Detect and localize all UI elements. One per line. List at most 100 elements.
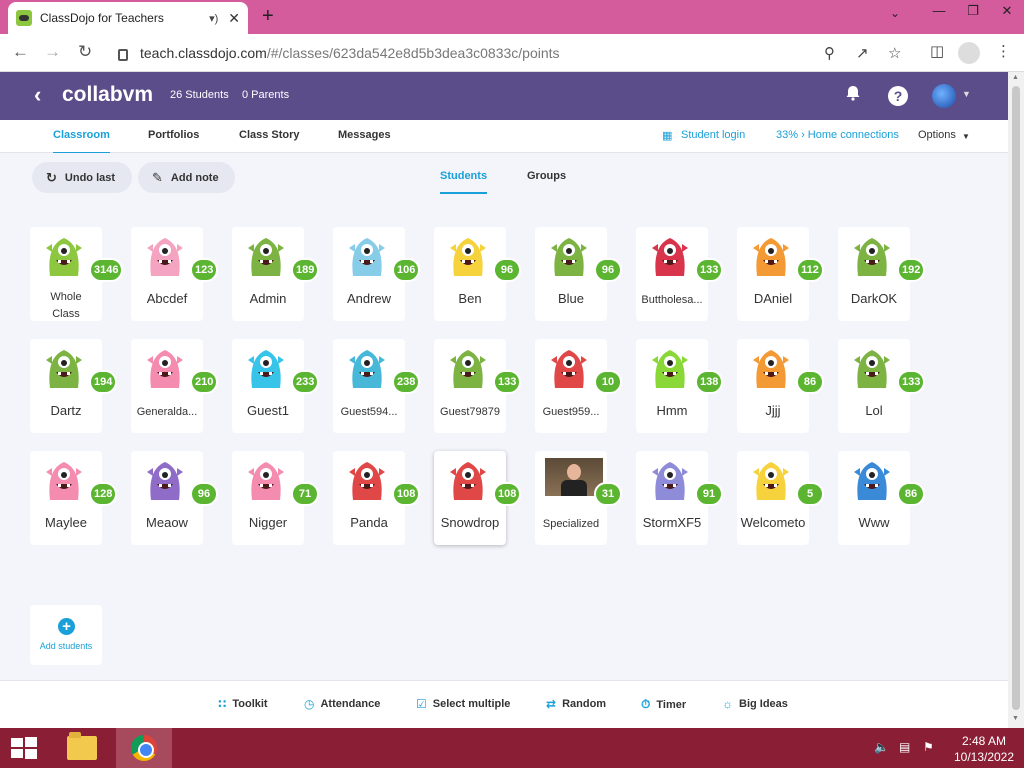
chrome-taskbar-button[interactable] bbox=[116, 728, 172, 768]
reload-icon[interactable]: ↻ bbox=[78, 42, 92, 62]
grid-icon: ∷ bbox=[218, 697, 227, 711]
tab-classroom[interactable]: Classroom bbox=[53, 129, 110, 154]
student-card[interactable]: 96 Ben bbox=[434, 227, 521, 321]
timer-button[interactable]: ⏱ Timer bbox=[641, 697, 686, 712]
address-bar[interactable]: teach.classdojo.com/#/classes/623da542e8… bbox=[108, 38, 918, 68]
share-icon[interactable]: ↗ bbox=[856, 44, 869, 62]
action-center-icon[interactable]: ⚑ bbox=[923, 740, 934, 754]
monster-avatar-icon bbox=[753, 238, 789, 276]
student-name: Specialized bbox=[542, 518, 600, 530]
tab-class-story[interactable]: Class Story bbox=[239, 129, 300, 141]
random-button[interactable]: ⇄ Random bbox=[546, 697, 606, 711]
back-chevron-icon[interactable]: ‹ bbox=[34, 82, 41, 108]
scroll-up-arrow-icon[interactable]: ▲ bbox=[1012, 74, 1019, 81]
monster-avatar-icon bbox=[147, 462, 183, 500]
monster-avatar-icon bbox=[652, 350, 688, 388]
student-card[interactable]: 96 Blue bbox=[535, 227, 622, 321]
home-connections-link[interactable]: 33% › Home connections bbox=[776, 129, 899, 141]
points-badge: 128 bbox=[89, 482, 118, 506]
student-card[interactable]: 31 Specialized bbox=[535, 451, 622, 545]
network-icon[interactable]: ▤ bbox=[899, 740, 910, 754]
points-badge: 123 bbox=[190, 258, 219, 282]
tab-students[interactable]: Students bbox=[440, 170, 488, 194]
student-name: Blue bbox=[557, 291, 585, 306]
speaker-icon[interactable]: ▾) bbox=[209, 12, 218, 25]
add-students-label: Add students bbox=[39, 641, 93, 651]
browser-toolbar: ← → ↻ teach.classdojo.com/#/classes/623d… bbox=[0, 34, 1024, 72]
user-menu-chevron-icon[interactable]: ▼ bbox=[962, 89, 971, 99]
tab-portfolios[interactable]: Portfolios bbox=[148, 129, 199, 141]
monster-avatar-icon bbox=[551, 350, 587, 388]
student-card[interactable]: 133 Guest79879 bbox=[434, 339, 522, 433]
side-panel-icon[interactable]: ◫ bbox=[930, 42, 944, 60]
student-card[interactable]: 96 Meaow bbox=[131, 451, 218, 545]
student-card[interactable]: 189 Admin bbox=[232, 227, 320, 321]
student-name: Guest79879 bbox=[440, 406, 500, 418]
student-card[interactable]: 86 Jjjj bbox=[737, 339, 824, 433]
url-host: teach.classdojo.com bbox=[140, 45, 267, 61]
student-card[interactable]: 233 Guest1 bbox=[232, 339, 320, 433]
bookmark-star-icon[interactable]: ☆ bbox=[888, 44, 901, 62]
student-card[interactable]: 108 Snowdrop bbox=[434, 451, 522, 545]
monster-avatar-icon bbox=[753, 350, 789, 388]
student-card[interactable]: 133 Buttholesa... bbox=[636, 227, 724, 321]
new-tab-icon[interactable]: + bbox=[262, 6, 274, 26]
close-tab-icon[interactable]: ✕ bbox=[228, 10, 240, 27]
attendance-button[interactable]: ◷ Attendance bbox=[304, 697, 380, 711]
taskbar-clock[interactable]: 2:48 AM 10/13/2022 bbox=[950, 733, 1018, 765]
add-note-button[interactable]: ✎ Add note bbox=[138, 162, 235, 193]
windows-start-icon[interactable] bbox=[10, 736, 38, 760]
add-note-label: Add note bbox=[170, 171, 219, 184]
add-students-button[interactable]: + Add students bbox=[30, 605, 102, 665]
options-chevron-icon[interactable]: ▼ bbox=[962, 132, 970, 141]
close-window-icon[interactable]: ✕ bbox=[990, 0, 1024, 24]
student-card[interactable]: 238 Guest594... bbox=[333, 339, 421, 433]
student-card[interactable]: 210 Generalda... bbox=[131, 339, 219, 433]
page-scrollbar[interactable]: ▲ ▼ bbox=[1008, 72, 1024, 728]
student-name: Lol bbox=[865, 403, 883, 418]
student-card[interactable]: 194 Dartz bbox=[30, 339, 118, 433]
select-multiple-button[interactable]: ☑ Select multiple bbox=[416, 697, 510, 711]
student-card[interactable]: 128 Maylee bbox=[30, 451, 118, 545]
student-card[interactable]: 71 Nigger bbox=[232, 451, 319, 545]
undo-last-button[interactable]: ↻ Undo last bbox=[32, 162, 132, 193]
profile-avatar-icon[interactable] bbox=[958, 42, 980, 64]
student-card[interactable]: 133 Lol bbox=[838, 339, 926, 433]
toolkit-button[interactable]: ∷ Toolkit bbox=[218, 697, 268, 711]
browser-tab[interactable]: ClassDojo for Teachers ▾) ✕ bbox=[8, 2, 248, 34]
student-card[interactable]: 86 Www bbox=[838, 451, 925, 545]
bell-icon[interactable] bbox=[845, 85, 861, 101]
minimize-icon[interactable]: — bbox=[922, 0, 956, 24]
student-card[interactable]: 192 DarkOK bbox=[838, 227, 926, 321]
tab-groups[interactable]: Groups bbox=[527, 170, 566, 182]
restore-icon[interactable]: ❐ bbox=[956, 0, 990, 24]
scroll-down-arrow-icon[interactable]: ▼ bbox=[1012, 715, 1019, 722]
file-explorer-button[interactable] bbox=[54, 728, 110, 768]
student-card[interactable]: 106 Andrew bbox=[333, 227, 421, 321]
scrollbar-thumb[interactable] bbox=[1012, 86, 1020, 710]
student-login-link[interactable]: Student login bbox=[681, 129, 745, 141]
zoom-icon[interactable]: ⚲ bbox=[824, 44, 835, 62]
tab-search-chevron-icon[interactable]: ⌄ bbox=[890, 6, 900, 20]
whole-class-card[interactable]: 3146 Whole Class bbox=[30, 227, 124, 321]
forward-arrow-icon[interactable]: → bbox=[44, 42, 61, 62]
student-card[interactable]: 112 DAniel bbox=[737, 227, 824, 321]
monster-avatar-icon bbox=[652, 462, 688, 500]
browser-menu-icon[interactable]: ⋮ bbox=[996, 42, 1011, 60]
big-ideas-button[interactable]: ☼ Big Ideas bbox=[722, 697, 788, 711]
student-card[interactable]: 91 StormXF5 bbox=[636, 451, 723, 545]
user-avatar-icon[interactable] bbox=[932, 84, 956, 108]
options-menu[interactable]: Options bbox=[918, 129, 956, 141]
students-count[interactable]: 26 Students bbox=[170, 89, 229, 101]
student-card[interactable]: 108 Panda bbox=[333, 451, 421, 545]
parents-count[interactable]: 0 Parents bbox=[242, 89, 289, 101]
student-card[interactable]: 5 Welcometo bbox=[737, 451, 824, 545]
student-card[interactable]: 10 Guest959... bbox=[535, 339, 622, 433]
student-card[interactable]: 138 Hmm bbox=[636, 339, 724, 433]
back-arrow-icon[interactable]: ← bbox=[12, 42, 29, 62]
volume-muted-icon[interactable]: 🔈 bbox=[874, 740, 889, 754]
help-icon[interactable]: ? bbox=[888, 86, 908, 106]
student-card[interactable]: 123 Abcdef bbox=[131, 227, 219, 321]
points-badge: 210 bbox=[190, 370, 219, 394]
tab-messages[interactable]: Messages bbox=[338, 129, 391, 141]
